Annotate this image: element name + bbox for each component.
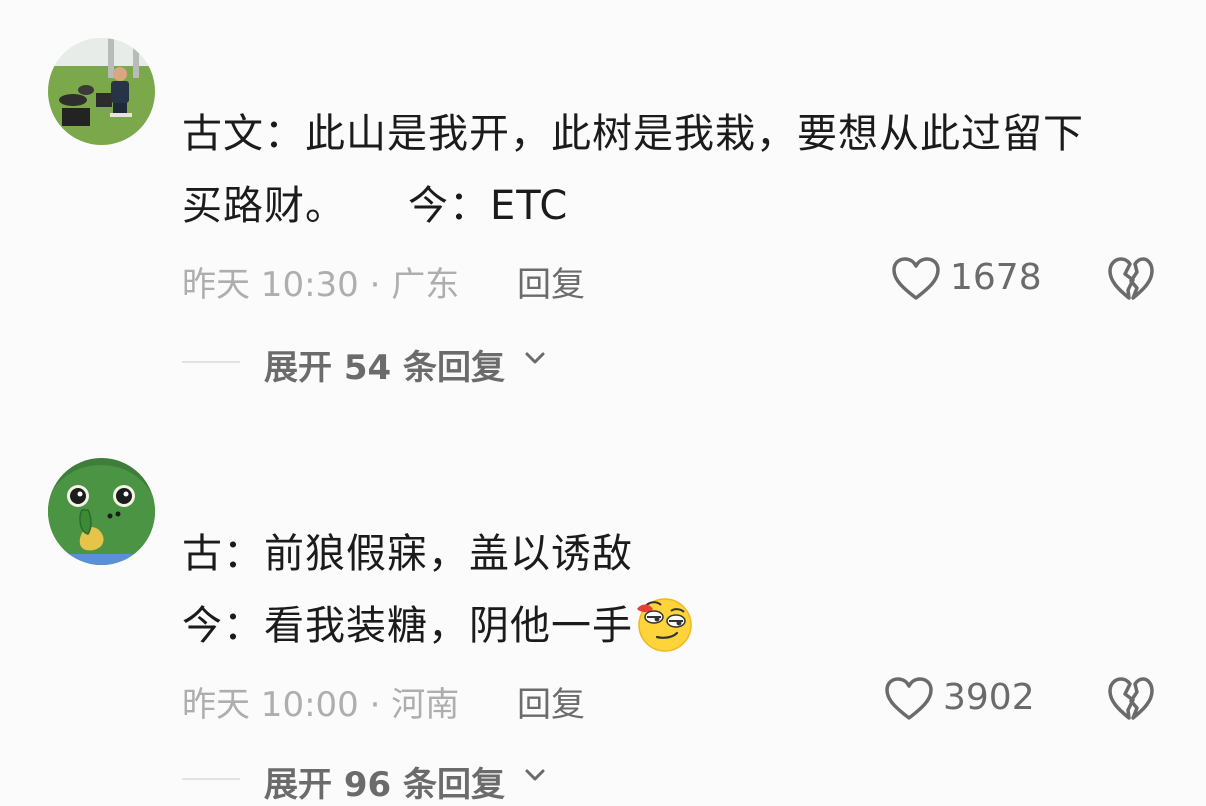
expand-replies-label: 展开 96 条回复 xyxy=(264,765,505,805)
expand-replies-button[interactable]: 展开 54 条回复 xyxy=(182,340,562,388)
comment-meta: 昨天 10:00 · 河南 xyxy=(182,685,460,725)
comment-text: 古文：此山是我开，此树是我栽，要想从此过留下 买路财。 今：ETC xyxy=(182,98,1172,242)
heart-outline-icon[interactable] xyxy=(891,256,941,302)
comment-text-part: 今：ETC xyxy=(408,183,569,229)
comment-meta: 昨天 10:30 · 广东 xyxy=(182,265,460,305)
heart-outline-icon[interactable] xyxy=(884,676,934,722)
comment-text-line: 今：看我装糖，阴他一手 xyxy=(182,590,1172,662)
reply-button[interactable]: 回复 xyxy=(517,257,585,306)
comment-text-part: 买路财。 xyxy=(182,183,346,229)
comment-text-line: 买路财。 今：ETC xyxy=(182,170,1172,242)
like-count: 1678 xyxy=(950,257,1042,298)
reply-button[interactable]: 回复 xyxy=(517,677,585,726)
user-avatar[interactable] xyxy=(48,38,155,145)
broken-heart-icon[interactable] xyxy=(1107,256,1155,302)
comment-text-line: 古文：此山是我开，此树是我栽，要想从此过留下 xyxy=(182,111,1084,157)
user-avatar[interactable] xyxy=(48,458,155,565)
chevron-down-icon xyxy=(525,769,545,781)
divider xyxy=(182,778,240,780)
comment-text-part: 今：看我装糖，阴他一手 xyxy=(182,603,633,649)
expand-replies-button[interactable]: 展开 96 条回复 xyxy=(182,757,562,805)
comment-text-line: 古：前狼假寐，盖以诱敌 xyxy=(182,531,633,577)
divider xyxy=(182,361,240,363)
sly-smirk-emoji xyxy=(637,598,692,652)
chevron-down-icon xyxy=(525,352,545,364)
expand-replies-label: 展开 54 条回复 xyxy=(264,348,505,388)
like-count: 3902 xyxy=(943,677,1035,718)
comment-text: 古：前狼假寐，盖以诱敌 今：看我装糖，阴他一手 xyxy=(182,518,1172,662)
broken-heart-icon[interactable] xyxy=(1107,676,1155,722)
